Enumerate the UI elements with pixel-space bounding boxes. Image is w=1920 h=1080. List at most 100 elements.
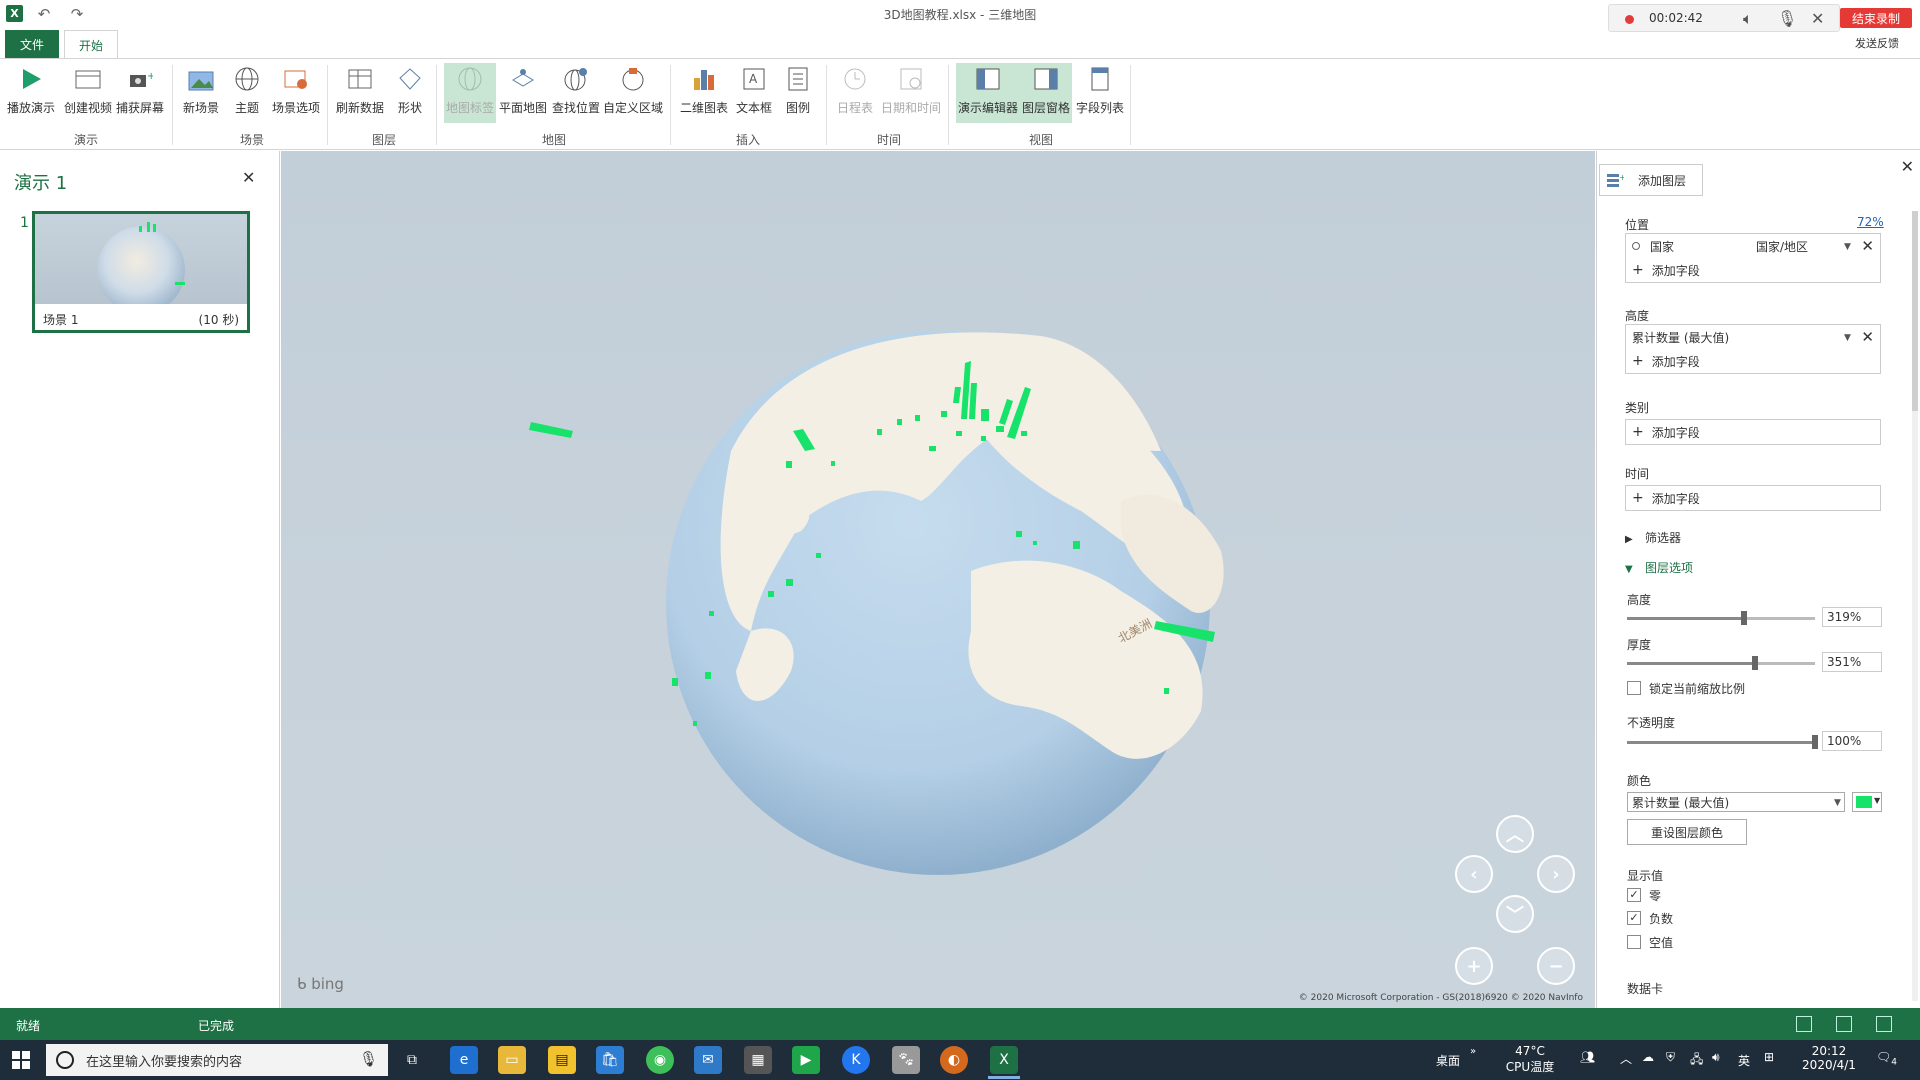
add-field-row[interactable]: + 添加字段 xyxy=(1626,349,1880,373)
custom-region-button[interactable]: 自定义区域 xyxy=(602,63,664,123)
file-explorer-icon[interactable]: ▭ xyxy=(498,1046,526,1074)
dropdown-arrow-icon[interactable]: ▼ xyxy=(1844,242,1851,252)
scene-options-button[interactable]: 场景选项 xyxy=(268,63,324,123)
network-icon[interactable]: 🖧︎ xyxy=(1690,1050,1703,1071)
add-field-row[interactable]: + 添加字段 xyxy=(1626,486,1880,510)
opacity-value-input[interactable]: 100% xyxy=(1822,731,1882,751)
find-location-button[interactable]: 查找位置 xyxy=(550,63,602,123)
2d-chart-button[interactable]: 二维图表 xyxy=(678,63,730,123)
speaker-icon[interactable]: 🔈︎ xyxy=(1743,9,1753,29)
pet-app-icon[interactable]: 🐾︎ xyxy=(892,1046,920,1074)
rotate-right-button[interactable]: › xyxy=(1537,855,1575,893)
close-tour-pane-icon[interactable]: ✕ xyxy=(242,168,255,187)
reset-layer-color-button[interactable]: 重设图层颜色 xyxy=(1627,819,1747,845)
volume-icon[interactable]: 🔊︎ xyxy=(1712,1050,1720,1065)
date-time-button[interactable]: 日期和时间 xyxy=(878,63,944,123)
ime-indicator[interactable]: 英 xyxy=(1738,1052,1750,1069)
scrollbar-thumb[interactable] xyxy=(1912,211,1918,411)
start-button[interactable] xyxy=(12,1051,30,1069)
tray-app-icon[interactable]: ☁ xyxy=(1642,1050,1654,1064)
height-field-row[interactable]: 累计数量 (最大值) ▼ ✕ xyxy=(1626,325,1880,349)
end-recording-button[interactable]: 结束录制 xyxy=(1840,8,1912,28)
tilt-up-button[interactable]: ︿ xyxy=(1496,815,1534,853)
scene-card[interactable]: 场景 1 (10 秒) xyxy=(32,211,250,333)
media-player-icon[interactable]: ▶ xyxy=(792,1046,820,1074)
refresh-data-button[interactable]: 刷新数据 xyxy=(334,63,386,123)
mail-icon[interactable]: ✉ xyxy=(694,1046,722,1074)
create-video-button[interactable]: 创建视频 xyxy=(60,63,116,123)
timeline-button[interactable]: 日程表 xyxy=(834,63,876,123)
tilt-down-button[interactable]: ﹀ xyxy=(1496,895,1534,933)
calculator-icon[interactable]: ▦ xyxy=(744,1046,772,1074)
show-zero-checkbox[interactable]: ✓ xyxy=(1627,888,1641,902)
remove-field-icon[interactable]: ✕ xyxy=(1861,237,1874,255)
layer-pane-scrollbar[interactable] xyxy=(1912,211,1918,1001)
capture-screen-button[interactable]: + 捕获屏幕 xyxy=(114,63,166,123)
lock-scale-checkbox[interactable] xyxy=(1627,681,1641,695)
tour-title[interactable]: 演示 1 xyxy=(14,169,67,195)
browser-360-icon[interactable]: ◉ xyxy=(646,1046,674,1074)
map-labels-button[interactable]: 地图标签 xyxy=(444,63,496,123)
zoom-out-button[interactable]: − xyxy=(1537,947,1575,985)
height-slider-thumb[interactable] xyxy=(1740,611,1747,625)
view-fullscreen-icon[interactable] xyxy=(1836,1016,1852,1032)
people-icon[interactable]: 👥︎ xyxy=(1580,1050,1595,1064)
chevron-right-icon[interactable]: » xyxy=(1470,1046,1476,1057)
clock[interactable]: 20:12 2020/4/1 xyxy=(1794,1044,1864,1072)
location-field-row[interactable]: 国家 国家/地区 ▼ ✕ xyxy=(1626,234,1880,258)
thickness-slider[interactable] xyxy=(1627,656,1815,670)
tray-chevron-up-icon[interactable]: ︿ xyxy=(1620,1050,1632,1067)
height-slider[interactable] xyxy=(1627,611,1815,625)
geocode-percent-link[interactable]: 72% xyxy=(1857,215,1884,229)
height-value-input[interactable]: 319% xyxy=(1822,607,1882,627)
view-expand-icon[interactable] xyxy=(1876,1016,1892,1032)
dropdown-arrow-icon[interactable]: ▼ xyxy=(1844,333,1851,343)
microphone-icon[interactable]: 🎙︎ xyxy=(1777,9,1797,28)
shape-button[interactable]: 形状 xyxy=(392,63,428,123)
firefox-icon[interactable]: ◐ xyxy=(940,1046,968,1074)
location-type-select[interactable]: 国家/地区 xyxy=(1756,238,1808,255)
show-empty-checkbox[interactable] xyxy=(1627,935,1641,949)
filters-expander[interactable]: ▶ 筛选器 xyxy=(1625,529,1681,546)
chart-app-icon[interactable]: ▤ xyxy=(548,1046,576,1074)
desktop-label[interactable]: 桌面 xyxy=(1436,1052,1460,1069)
ime-mode-icon[interactable]: ⊞ xyxy=(1764,1050,1774,1064)
layer-options-expander[interactable]: ▼ 图层选项 xyxy=(1625,559,1693,576)
microphone-icon[interactable]: 🎙︎ xyxy=(359,1050,378,1068)
thickness-slider-thumb[interactable] xyxy=(1751,656,1758,670)
legend-button[interactable]: 图例 xyxy=(778,63,818,123)
edge-browser-icon[interactable]: e xyxy=(450,1046,478,1074)
store-icon[interactable]: 🛍︎ xyxy=(596,1046,624,1074)
thickness-value-input[interactable]: 351% xyxy=(1822,652,1882,672)
zoom-in-button[interactable]: + xyxy=(1455,947,1493,985)
taskbar-search-box[interactable]: 在这里输入你要搜索的内容 🎙︎ xyxy=(46,1044,388,1076)
remove-field-icon[interactable]: ✕ xyxy=(1861,328,1874,346)
radio-icon[interactable] xyxy=(1632,242,1640,250)
theme-button[interactable]: 主题 xyxy=(228,63,266,123)
excel-taskbar-icon[interactable]: X xyxy=(990,1046,1018,1074)
tab-file[interactable]: 文件 xyxy=(5,30,59,58)
add-field-row[interactable]: + 添加字段 xyxy=(1626,258,1880,282)
map-viewport[interactable]: 北美洲 ᑲ bing © 2020 Microsoft Corporation … xyxy=(281,151,1595,1008)
close-layer-pane-icon[interactable]: ✕ xyxy=(1901,157,1914,176)
opacity-slider[interactable] xyxy=(1627,735,1818,749)
field-list-button[interactable]: 字段列表 xyxy=(1074,63,1126,123)
tab-home[interactable]: 开始 xyxy=(64,30,118,59)
view-normal-icon[interactable] xyxy=(1796,1016,1812,1032)
add-field-row[interactable]: + 添加字段 xyxy=(1626,420,1880,444)
rotate-left-button[interactable]: ‹ xyxy=(1455,855,1493,893)
notification-center-icon[interactable]: 🗨︎4 xyxy=(1876,1050,1897,1067)
close-recorder-icon[interactable]: ✕ xyxy=(1811,9,1824,28)
new-scene-button[interactable]: 新场景 xyxy=(180,63,222,123)
opacity-slider-thumb[interactable] xyxy=(1812,735,1818,749)
task-view-icon[interactable]: ⧉ xyxy=(398,1046,426,1074)
kugou-music-icon[interactable]: K xyxy=(842,1046,870,1074)
flat-map-button[interactable]: 平面地图 xyxy=(498,63,548,123)
play-tour-button[interactable]: 播放演示 xyxy=(6,63,56,123)
show-negative-checkbox[interactable]: ✓ xyxy=(1627,911,1641,925)
tray-antivirus-icon[interactable]: ⛨ xyxy=(1666,1050,1675,1065)
cpu-temp-widget[interactable]: 47°C CPU温度 xyxy=(1500,1044,1560,1075)
color-field-select[interactable]: 累计数量 (最大值) ▼ xyxy=(1627,792,1845,812)
tour-editor-button[interactable]: 演示编辑器 xyxy=(956,63,1020,123)
color-swatch-picker[interactable]: ▼ xyxy=(1852,792,1882,812)
